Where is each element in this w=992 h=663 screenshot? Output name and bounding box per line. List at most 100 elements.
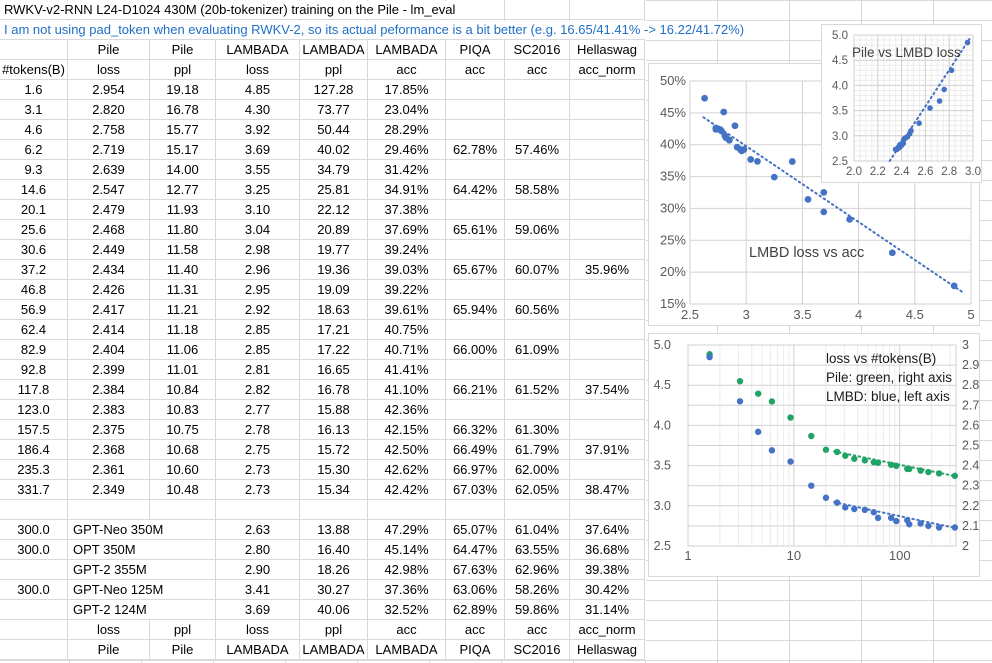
cell[interactable] [570,0,645,20]
cell[interactable]: 123.0 [0,400,68,420]
cell[interactable] [570,240,645,260]
cell[interactable]: 2.81 [216,360,300,380]
cell[interactable]: LAMBADA [368,640,446,660]
model-name-cell[interactable]: GPT-Neo 350M [68,520,216,540]
cell[interactable]: PIQA [446,640,505,660]
model-name-cell[interactable]: GPT-2 355M [68,560,216,580]
cell[interactable]: 2.449 [68,240,150,260]
cell[interactable] [0,500,68,520]
cell[interactable]: 56.9 [0,300,68,320]
cell[interactable]: 11.80 [150,220,216,240]
cell[interactable]: 39.03% [368,260,446,280]
cell[interactable]: SC2016 [505,640,570,660]
cell[interactable]: acc [368,620,446,640]
cell[interactable] [0,620,68,640]
cell[interactable]: 10.84 [150,380,216,400]
cell[interactable]: acc [446,60,505,80]
cell[interactable]: 50.44 [300,120,368,140]
cell[interactable]: loss [68,620,150,640]
cell[interactable]: 39.22% [368,280,446,300]
cell[interactable]: 2.63 [216,520,300,540]
cell[interactable]: ppl [150,620,216,640]
cell[interactable] [0,640,68,660]
cell[interactable]: 58.58% [505,180,570,200]
cell[interactable]: 2.77 [216,400,300,420]
cell[interactable] [505,500,570,520]
cell[interactable]: SC2016 [505,40,570,60]
cell[interactable]: 2.82 [216,380,300,400]
cell[interactable]: 2.758 [68,120,150,140]
cell[interactable] [446,280,505,300]
cell[interactable]: 157.5 [0,420,68,440]
cell[interactable] [505,200,570,220]
cell[interactable]: Pile [68,40,150,60]
cell[interactable]: 16.78 [150,100,216,120]
cell[interactable]: 2.80 [216,540,300,560]
cell[interactable]: 37.69% [368,220,446,240]
cell[interactable]: 19.36 [300,260,368,280]
cell[interactable] [570,500,645,520]
cell[interactable]: 65.94% [446,300,505,320]
cell[interactable]: 39.38% [570,560,645,580]
cell[interactable]: 42.36% [368,400,446,420]
cell[interactable]: loss [216,620,300,640]
cell[interactable] [505,160,570,180]
cell[interactable]: 2.98 [216,240,300,260]
model-name-cell[interactable]: GPT-Neo 125M [68,580,216,600]
cell[interactable]: 39.24% [368,240,446,260]
cell[interactable]: 3.69 [216,600,300,620]
cell[interactable]: 37.2 [0,260,68,280]
cell[interactable]: 59.06% [505,220,570,240]
cell[interactable]: 2.954 [68,80,150,100]
cell[interactable] [505,100,570,120]
cell[interactable]: 17.21 [300,320,368,340]
model-name-cell[interactable]: GPT-2 124M [68,600,216,620]
cell[interactable] [570,200,645,220]
cell[interactable]: 300.0 [0,580,68,600]
cell[interactable] [446,240,505,260]
cell[interactable]: acc_norm [570,620,645,640]
cell[interactable]: 42.15% [368,420,446,440]
cell[interactable]: 2.404 [68,340,150,360]
cell[interactable]: 300.0 [0,520,68,540]
cell[interactable]: 62.78% [446,140,505,160]
cell[interactable]: acc [368,60,446,80]
cell[interactable]: 61.09% [505,340,570,360]
cell[interactable] [0,560,68,580]
cell[interactable]: 62.05% [505,480,570,500]
cell[interactable]: 3.25 [216,180,300,200]
cell[interactable] [505,400,570,420]
cell[interactable]: 2.417 [68,300,150,320]
cell[interactable]: PIQA [446,40,505,60]
cell[interactable]: 9.3 [0,160,68,180]
cell[interactable] [570,80,645,100]
cell[interactable]: 2.90 [216,560,300,580]
cell[interactable]: 14.00 [150,160,216,180]
cell[interactable]: 11.31 [150,280,216,300]
cell[interactable]: 16.65 [300,360,368,380]
cell[interactable]: 59.86% [505,600,570,620]
cell[interactable]: 2.73 [216,460,300,480]
cell[interactable]: 16.40 [300,540,368,560]
cell[interactable] [570,400,645,420]
cell[interactable]: 16.78 [300,380,368,400]
cell[interactable]: 15.77 [150,120,216,140]
cell[interactable]: 18.63 [300,300,368,320]
cell[interactable]: 10.75 [150,420,216,440]
cell[interactable] [505,80,570,100]
cell[interactable]: 15.30 [300,460,368,480]
cell[interactable]: 186.4 [0,440,68,460]
cell[interactable] [0,600,68,620]
cell[interactable] [446,200,505,220]
cell[interactable]: 62.96% [505,560,570,580]
cell[interactable] [446,80,505,100]
cell[interactable]: 2.479 [68,200,150,220]
cell[interactable]: Pile [68,640,150,660]
cell[interactable]: 62.89% [446,600,505,620]
cell[interactable]: 66.97% [446,460,505,480]
cell[interactable]: 40.75% [368,320,446,340]
cell[interactable]: 65.67% [446,260,505,280]
cell[interactable]: 11.58 [150,240,216,260]
cell[interactable]: 10.48 [150,480,216,500]
cell[interactable]: ppl [150,60,216,80]
